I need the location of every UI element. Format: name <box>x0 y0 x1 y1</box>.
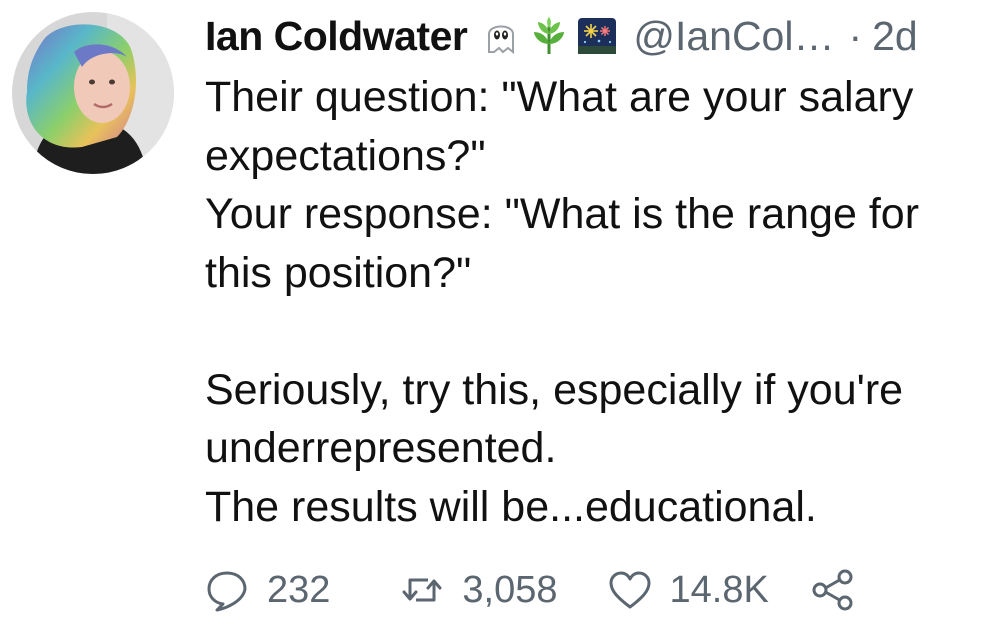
tweet-text-line: The results will be...educational. <box>205 482 817 531</box>
herb-icon <box>529 16 569 56</box>
share-icon <box>811 568 855 612</box>
fireworks-icon <box>577 16 617 56</box>
tweet-text-line: underrepresented. <box>205 424 557 472</box>
tweet-text: Their question: "What are your salary ex… <box>205 68 968 536</box>
tweet-card: Ian Coldwater @IanCol… · 2d Their questi… <box>0 0 988 644</box>
retweet-icon <box>400 568 444 612</box>
share-button[interactable] <box>811 568 855 612</box>
tweet-text-line: Your response: "What is the range for <box>205 190 920 238</box>
meta-separator: · <box>848 12 863 59</box>
reply-icon <box>205 568 249 612</box>
tweet-content: Ian Coldwater @IanCol… · 2d Their questi… <box>205 8 968 536</box>
avatar[interactable] <box>12 12 174 174</box>
retweet-count: 3,058 <box>462 568 558 611</box>
like-count: 14.8K <box>669 568 769 611</box>
heart-icon <box>608 568 652 612</box>
tweet-timestamp[interactable]: 2d <box>872 13 918 60</box>
retweet-button[interactable]: 3,058 <box>400 568 558 612</box>
avatar-image <box>12 12 174 174</box>
tweet-text-line: this position?" <box>205 248 472 297</box>
tweet-text-line: expectations?" <box>205 131 486 180</box>
tweet-text-line: Their question: "What are your salary <box>205 73 914 121</box>
name-emojis <box>481 16 617 56</box>
author-name[interactable]: Ian Coldwater <box>205 13 468 60</box>
reply-button[interactable]: 232 <box>205 568 330 612</box>
tweet-header: Ian Coldwater @IanCol… · 2d <box>205 8 968 64</box>
author-handle[interactable]: @IanCol… <box>633 13 834 60</box>
reply-count: 232 <box>267 568 331 611</box>
like-button[interactable]: 14.8K <box>608 568 769 612</box>
ghost-icon <box>481 16 521 56</box>
tweet-actions: 232 3,058 14.8K <box>205 568 855 612</box>
tweet-text-line: Seriously, try this, especially if you'r… <box>205 365 904 414</box>
